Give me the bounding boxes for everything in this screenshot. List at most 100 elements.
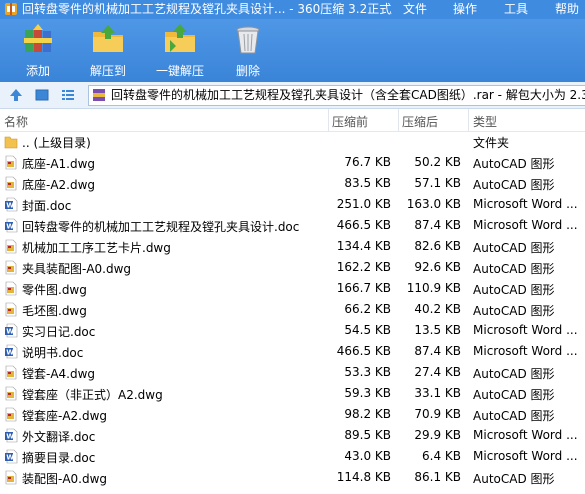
word-doc-icon: W <box>5 323 18 338</box>
file-type: AutoCAD 图形 <box>473 262 555 276</box>
menu-tools[interactable]: 工具 <box>504 1 528 17</box>
file-row[interactable]: 底座-A1.dwg 76.7 KB 50.2 KB AutoCAD 图形 <box>0 152 585 173</box>
file-packed-size: 59.3 KB <box>344 386 391 400</box>
menu-help[interactable]: 帮助 <box>555 1 579 17</box>
file-name: 装配图-A0.dwg <box>22 472 108 486</box>
window-title: 回转盘零件的机械加工工艺规程及镗孔夹具设计... - 360压缩 3.2正式版 <box>22 2 392 16</box>
file-packed-size: 83.5 KB <box>344 176 391 190</box>
autocad-file-icon <box>5 281 17 296</box>
file-row[interactable]: 镗套座-A2.dwg 98.2 KB 70.9 KB AutoCAD 图形 <box>0 404 585 425</box>
file-row[interactable]: 夹具装配图-A0.dwg 162.2 KB 92.6 KB AutoCAD 图形 <box>0 257 585 278</box>
menu-operations[interactable]: 操作 <box>453 1 477 17</box>
menu-file[interactable]: 文件 <box>403 1 427 17</box>
file-row[interactable]: 机械加工工序工艺卡片.dwg 134.4 KB 82.6 KB AutoCAD 图形 <box>0 236 585 257</box>
column-type-header[interactable]: 类型 <box>473 113 497 130</box>
file-packed-size: 466.5 KB <box>336 344 391 358</box>
file-compressed-size: 70.9 KB <box>414 407 461 421</box>
file-row[interactable]: 镗套-A4.dwg 53.3 KB 27.4 KB AutoCAD 图形 <box>0 362 585 383</box>
file-compressed-size: 87.4 KB <box>414 344 461 358</box>
add-button[interactable]: 添加 <box>8 19 68 82</box>
folder-icon <box>4 136 18 149</box>
file-compressed-size: 82.6 KB <box>414 239 461 253</box>
column-packed-header[interactable]: 压缩前 <box>332 113 368 130</box>
column-divider[interactable] <box>468 109 469 131</box>
large-icons-view-icon[interactable] <box>34 87 50 103</box>
word-doc-icon: W <box>5 344 18 359</box>
file-row[interactable]: .. (上级目录) 文件夹 <box>0 131 585 152</box>
file-name: 镗套座（非正式）A2.dwg <box>22 388 163 402</box>
trash-can-icon <box>236 26 260 54</box>
file-compressed-size: 92.6 KB <box>414 260 461 274</box>
file-name: 回转盘零件的机械加工工艺规程及镗孔夹具设计.doc <box>22 220 300 234</box>
file-name: 毛坯图.dwg <box>22 304 87 318</box>
column-divider[interactable] <box>328 109 329 131</box>
file-type: Microsoft Word ... <box>473 344 578 358</box>
file-compressed-size: 163.0 KB <box>406 197 461 211</box>
file-row[interactable]: W 实习日记.doc 54.5 KB 13.5 KB Microsoft Word ..… <box>0 320 585 341</box>
file-row[interactable]: W 回转盘零件的机械加工工艺规程及镗孔夹具设计.doc 466.5 KB 87.4 K… <box>0 215 585 236</box>
file-row[interactable]: 装配图-A0.dwg 114.8 KB 86.1 KB AutoCAD 图形 <box>0 467 585 488</box>
file-compressed-size: 87.4 KB <box>414 218 461 232</box>
autocad-file-icon <box>5 365 17 380</box>
file-row[interactable]: W 摘要目录.doc 43.0 KB 6.4 KB Microsoft Word ... <box>0 446 585 467</box>
file-row[interactable]: 镗套座（非正式）A2.dwg 59.3 KB 33.1 KB AutoCAD 图形 <box>0 383 585 404</box>
one-click-extract-icon <box>165 24 195 52</box>
one-click-extract-button[interactable]: 一键解压 <box>148 19 212 82</box>
title-bar: 回转盘零件的机械加工工艺规程及镗孔夹具设计... - 360压缩 3.2正式版 … <box>0 0 585 19</box>
rar-archive-icon <box>93 89 105 101</box>
file-packed-size: 66.2 KB <box>344 302 391 316</box>
file-row[interactable]: W 封面.doc 251.0 KB 163.0 KB Microsoft Word ..… <box>0 194 585 215</box>
file-row[interactable]: W 外文翻译.doc 89.5 KB 29.9 KB Microsoft Word ..… <box>0 425 585 446</box>
file-name: .. (上级目录) <box>22 136 91 150</box>
file-row[interactable]: 底座-A2.dwg 83.5 KB 57.1 KB AutoCAD 图形 <box>0 173 585 194</box>
toolbar: 添加 解压到 一键解压 删除 <box>0 19 585 82</box>
file-name: 机械加工工序工艺卡片.dwg <box>22 241 171 255</box>
archive-path: 回转盘零件的机械加工工艺规程及镗孔夹具设计（含全套CAD图纸）.rar - 解包… <box>111 88 585 102</box>
column-divider[interactable] <box>398 109 399 131</box>
svg-text:W: W <box>6 328 14 336</box>
file-row[interactable]: W 说明书.doc 466.5 KB 87.4 KB Microsoft Word ..… <box>0 341 585 362</box>
svg-text:W: W <box>6 433 14 441</box>
delete-label: 删除 <box>235 64 260 78</box>
extract-folder-icon <box>93 25 123 52</box>
file-name: 夹具装配图-A0.dwg <box>22 262 132 276</box>
file-compressed-size: 29.9 KB <box>414 428 461 442</box>
file-row[interactable]: 零件图.dwg 166.7 KB 110.9 KB AutoCAD 图形 <box>0 278 585 299</box>
file-type: AutoCAD 图形 <box>473 304 555 318</box>
file-packed-size: 54.5 KB <box>344 323 391 337</box>
file-type: AutoCAD 图形 <box>473 472 555 486</box>
file-type: AutoCAD 图形 <box>473 157 555 171</box>
path-field[interactable]: 回转盘零件的机械加工工艺规程及镗孔夹具设计（含全套CAD图纸）.rar - 解包… <box>88 85 585 106</box>
autocad-file-icon <box>5 407 17 422</box>
list-view-icon[interactable] <box>60 87 76 103</box>
delete-button[interactable]: 删除 <box>220 19 276 82</box>
file-packed-size: 466.5 KB <box>336 218 391 232</box>
file-packed-size: 134.4 KB <box>336 239 391 253</box>
file-row[interactable]: 毛坯图.dwg 66.2 KB 40.2 KB AutoCAD 图形 <box>0 299 585 320</box>
file-compressed-size: 33.1 KB <box>414 386 461 400</box>
extract-to-label: 解压到 <box>89 64 126 78</box>
up-arrow-icon[interactable] <box>8 87 24 103</box>
file-compressed-size: 57.1 KB <box>414 176 461 190</box>
file-packed-size: 98.2 KB <box>344 407 391 421</box>
add-label: 添加 <box>25 64 50 78</box>
file-name: 说明书.doc <box>22 346 84 360</box>
file-compressed-size: 27.4 KB <box>414 365 461 379</box>
file-packed-size: 166.7 KB <box>336 281 391 295</box>
file-type: AutoCAD 图形 <box>473 241 555 255</box>
file-compressed-size: 6.4 KB <box>422 449 461 463</box>
column-size-header[interactable]: 压缩后 <box>402 113 438 130</box>
extract-to-button[interactable]: 解压到 <box>76 19 140 82</box>
file-name: 底座-A2.dwg <box>22 178 96 192</box>
add-books-icon <box>24 24 52 52</box>
file-type: Microsoft Word ... <box>473 428 578 442</box>
file-compressed-size: 110.9 KB <box>406 281 461 295</box>
file-name: 底座-A1.dwg <box>22 157 96 171</box>
file-type: AutoCAD 图形 <box>473 409 555 423</box>
file-type: AutoCAD 图形 <box>473 283 555 297</box>
word-doc-icon: W <box>5 428 18 443</box>
svg-text:W: W <box>6 349 14 357</box>
file-packed-size: 114.8 KB <box>336 470 391 484</box>
column-name-header[interactable]: 名称 <box>4 113 28 130</box>
word-doc-icon: W <box>5 197 18 212</box>
